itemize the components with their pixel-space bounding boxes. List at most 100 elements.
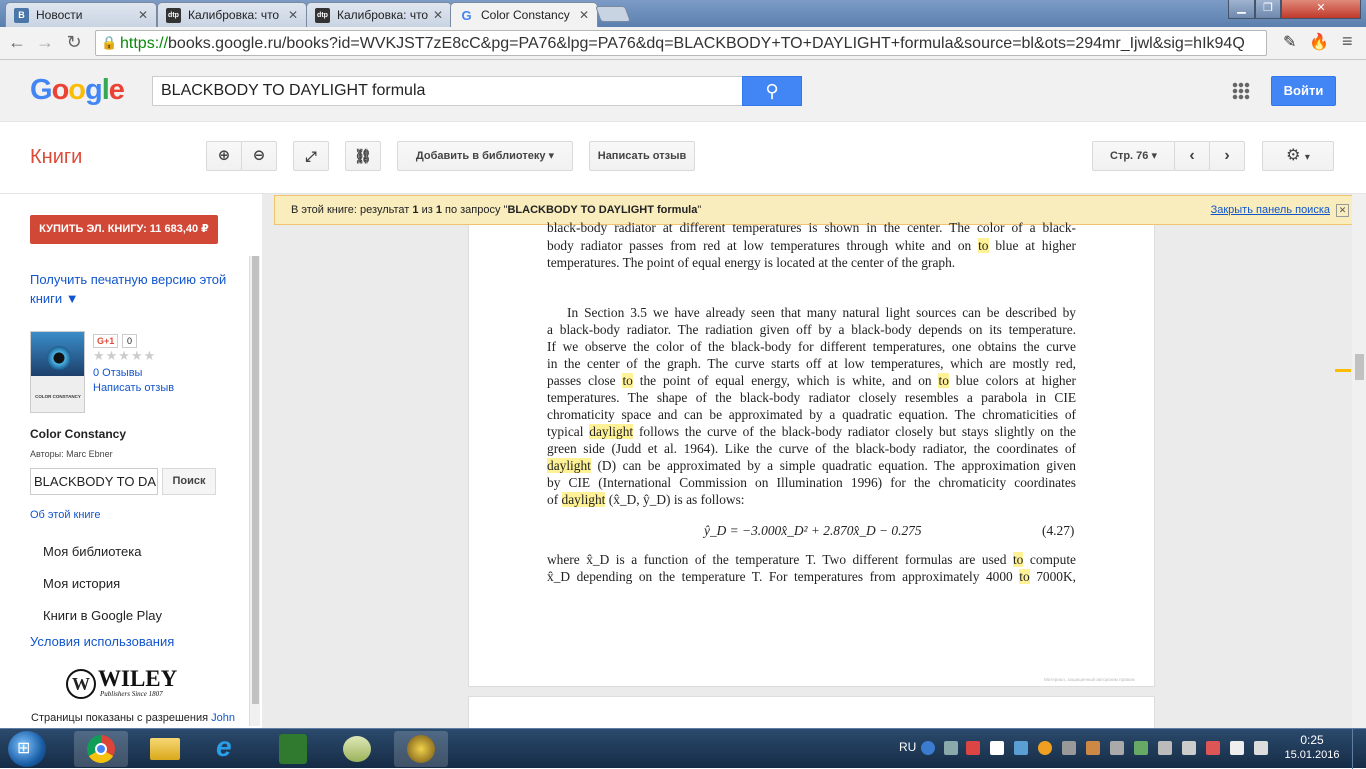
page-line: passes close to the point of equal energ… — [547, 372, 1076, 389]
about-book-link[interactable]: Об этой книге — [30, 509, 100, 521]
tray-usb-icon[interactable] — [1110, 741, 1124, 755]
mute-icon[interactable] — [1206, 741, 1220, 755]
tray-app-icon[interactable] — [966, 741, 980, 755]
forward-icon[interactable]: → — [34, 32, 56, 53]
search-hit-marker[interactable] — [1335, 369, 1351, 372]
close-tab-icon[interactable]: ✕ — [433, 8, 443, 22]
search-button[interactable]: ⚲ — [742, 76, 802, 106]
write-review-link[interactable]: Написать отзыв — [93, 382, 174, 394]
tray-misc-icon[interactable] — [1158, 741, 1172, 755]
zoom-in-button[interactable]: ⊕ — [206, 141, 242, 171]
permission-label: Страницы показаны с разрешения — [31, 712, 209, 724]
reload-icon[interactable]: ↻ — [63, 32, 85, 53]
prev-page-button[interactable]: ‹ — [1174, 141, 1210, 171]
book-search-button[interactable]: Поиск — [162, 468, 216, 495]
help-icon[interactable] — [921, 741, 935, 755]
close-tab-icon[interactable]: ✕ — [138, 8, 148, 22]
close-window-button[interactable]: ✕ — [1281, 0, 1361, 19]
buy-ebook-button[interactable]: КУПИТЬ ЭЛ. КНИГУ: 11 683,40 ₽ — [30, 215, 218, 244]
extension-icon[interactable]: ✎ — [1283, 32, 1296, 52]
publisher-link[interactable]: John — [211, 712, 235, 724]
link-button[interactable]: ⛓ — [345, 141, 381, 171]
monster-app-icon — [279, 734, 307, 764]
line-text: of — [547, 492, 562, 507]
tray-orange-icon[interactable] — [1038, 741, 1052, 755]
rating-stars: ★★★★★ — [93, 348, 157, 363]
windows-tray-icon[interactable] — [990, 741, 1004, 755]
tab-calibration-2[interactable]: dtp Калибровка: что ✕ — [306, 2, 452, 27]
viewer-scrollbar[interactable] — [1335, 194, 1366, 728]
book-search-input[interactable]: BLACKBODY TO DA — [30, 468, 158, 495]
apps-grid-icon[interactable] — [1232, 82, 1250, 100]
close-icon[interactable]: ✕ — [1336, 204, 1349, 217]
taskbar-ie[interactable]: e — [202, 731, 256, 767]
back-icon[interactable]: ← — [6, 32, 28, 53]
line-text: black-body radiator at different tempera… — [547, 220, 1076, 235]
clock-date: 15.01.2016 — [1284, 749, 1340, 761]
windows-logo-icon: ⊞ — [17, 740, 31, 757]
menu-icon[interactable]: ≡ — [1342, 31, 1353, 52]
sidebar-scroll-thumb[interactable] — [252, 256, 259, 704]
tray-arrow-icon[interactable] — [944, 741, 958, 755]
tab-title: Калибровка: что — [188, 8, 280, 22]
page-line: In Section 3.5 we have already seen that… — [567, 304, 1076, 321]
tab-news[interactable]: В Новости ✕ — [5, 2, 157, 27]
signin-button[interactable]: Войти — [1271, 76, 1336, 106]
tray-network-app-icon[interactable] — [1086, 741, 1100, 755]
new-tab-button[interactable] — [595, 6, 631, 22]
taskbar-app-green[interactable] — [266, 731, 320, 767]
fullscreen-button[interactable]: ⤢ — [293, 141, 329, 171]
search-icon: ⚲ — [765, 81, 779, 101]
action-center-icon[interactable] — [1230, 741, 1244, 755]
taskbar-chrome[interactable] — [74, 731, 128, 767]
dtp-icon: dtp — [166, 8, 181, 23]
page-select-button[interactable]: Стр. 76 ▾ — [1092, 141, 1175, 171]
tab-title: Новости — [36, 8, 83, 22]
taskbar-explorer[interactable] — [138, 731, 192, 767]
sync-icon[interactable] — [1014, 741, 1028, 755]
chevron-left-icon: ‹ — [1189, 147, 1195, 164]
network-icon[interactable] — [1254, 741, 1268, 755]
print-version-link[interactable]: Получить печатную версию этой книги ▼ — [30, 270, 240, 308]
language-indicator[interactable]: RU — [899, 740, 916, 754]
maximize-button[interactable]: ❐ — [1255, 0, 1281, 19]
line-text: x̂_D depending on the temperature T. For… — [547, 569, 1020, 584]
minimize-button[interactable]: ▁ — [1228, 0, 1255, 19]
wiley-logo[interactable]: W WILEY Publishers Since 1807 — [30, 666, 208, 706]
tab-calibration-1[interactable]: dtp Калибровка: что ✕ — [157, 2, 307, 27]
close-search-panel-link[interactable]: Закрыть панель поиска — [1211, 204, 1330, 216]
page-line: chromaticity space and can be approximat… — [547, 406, 1076, 423]
address-bar[interactable]: 🔒 https://books.google.ru/books?id=WVKJS… — [95, 30, 1267, 56]
viewer-scroll-thumb[interactable] — [1355, 354, 1364, 380]
show-desktop-button[interactable] — [1352, 729, 1366, 769]
line-text: 7000K, — [1029, 569, 1076, 584]
reviews-link[interactable]: 0 Отзывы — [93, 367, 142, 379]
start-button[interactable]: ⊞ — [8, 731, 46, 767]
taskbar-app-disc[interactable] — [330, 731, 384, 767]
volume-icon[interactable] — [1182, 741, 1196, 755]
add-to-library-button[interactable]: Добавить в библиотеку ▾ — [397, 141, 573, 171]
sidebar-scrollbar[interactable] — [249, 256, 260, 726]
taskbar-app-active[interactable] — [394, 731, 448, 767]
menu-google-play[interactable]: Книги в Google Play — [43, 608, 162, 623]
search-input[interactable]: BLACKBODY TO DAYLIGHT formula — [152, 76, 743, 106]
next-page-button[interactable]: › — [1209, 141, 1245, 171]
close-tab-icon[interactable]: ✕ — [288, 8, 298, 22]
fire-extension-icon[interactable]: 🔥 — [1309, 32, 1329, 52]
dtp-icon: dtp — [315, 8, 330, 23]
settings-button[interactable]: ⚙ ▾ — [1262, 141, 1334, 171]
tab-color-constancy[interactable]: G Color Constancy ✕ — [450, 2, 598, 27]
gplus-button[interactable]: G+1 — [93, 334, 119, 348]
write-review-button[interactable]: Написать отзыв — [589, 141, 695, 171]
clock[interactable]: 0:25 15.01.2016 — [1284, 733, 1340, 763]
menu-my-library[interactable]: Моя библиотека — [43, 544, 141, 559]
terms-link[interactable]: Условия использования — [30, 634, 174, 649]
tray-monitor-icon[interactable] — [1062, 741, 1076, 755]
google-logo[interactable]: Google — [30, 74, 125, 107]
books-title[interactable]: Книги — [30, 146, 82, 169]
zoom-out-button[interactable]: ⊖ — [241, 141, 277, 171]
close-tab-icon[interactable]: ✕ — [579, 8, 589, 22]
tray-shield-icon[interactable] — [1134, 741, 1148, 755]
menu-my-history[interactable]: Моя история — [43, 576, 120, 591]
book-cover[interactable]: COLOR CONSTANCY — [30, 331, 85, 413]
